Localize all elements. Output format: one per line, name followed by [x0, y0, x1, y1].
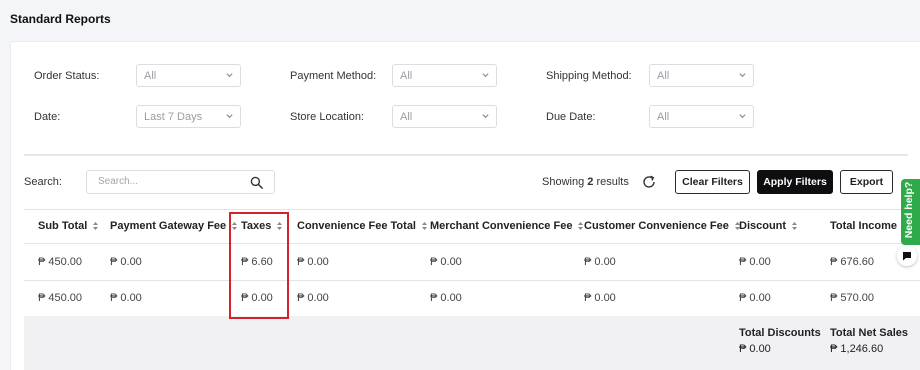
header-border [24, 243, 920, 244]
table-cell: ₱ 0.00 [110, 292, 142, 304]
shipping-method-value: All [657, 70, 670, 82]
order-status-select[interactable]: All [136, 64, 241, 87]
apply-filters-button[interactable]: Apply Filters [757, 170, 833, 194]
search-label: Search: [24, 176, 62, 188]
th-label: Customer Convenience Fee [584, 220, 729, 232]
order-status-value: All [144, 70, 157, 82]
date-label: Date: [34, 111, 61, 123]
payment-method-select[interactable]: All [392, 64, 497, 87]
row-border [24, 280, 920, 281]
th-label: Sub Total [38, 220, 88, 232]
search-box[interactable] [86, 170, 275, 194]
th-merchant-convenience-fee[interactable]: Merchant Convenience Fee [430, 220, 584, 232]
table-cell: ₱ 0.00 [430, 292, 462, 304]
chat-icon [903, 252, 911, 261]
showing-prefix: Showing [542, 176, 585, 188]
due-date-value: All [657, 111, 670, 123]
table-cell: ₱ 0.00 [297, 256, 329, 268]
page-title: Standard Reports [10, 12, 111, 26]
search-icon[interactable] [250, 176, 263, 189]
filters-divider [24, 154, 908, 156]
th-payment-gateway-fee[interactable]: Payment Gateway Fee [110, 220, 238, 232]
taxes-column-highlight [229, 212, 289, 319]
due-date-label: Due Date: [546, 111, 596, 123]
table-cell: ₱ 0.00 [430, 256, 462, 268]
sort-icon [93, 222, 99, 230]
th-label: Payment Gateway Fee [110, 220, 227, 232]
need-help-label: Need help? [903, 181, 915, 239]
store-location-value: All [400, 111, 413, 123]
table-cell: ₱ 0.00 [584, 256, 616, 268]
store-location-label: Store Location: [290, 111, 364, 123]
clear-filters-button[interactable]: Clear Filters [675, 170, 750, 194]
total-net-sales-value: ₱ 1,246.60 [830, 343, 884, 355]
table-cell: ₱ 676.60 [830, 256, 875, 268]
showing-suffix: results [596, 176, 629, 188]
order-status-label: Order Status: [34, 70, 100, 82]
shipping-method-label: Shipping Method: [546, 70, 632, 82]
th-label: Convenience Fee Total [297, 220, 416, 232]
table-cell: ₱ 0.00 [297, 292, 329, 304]
table-cell: ₱ 0.00 [110, 256, 142, 268]
showing-count: 2 [587, 176, 594, 188]
table-footer [24, 316, 920, 370]
payment-method-label: Payment Method: [290, 70, 377, 82]
search-input[interactable] [98, 176, 238, 187]
th-total-income[interactable]: Total Income [830, 220, 897, 232]
table-cell: ₱ 450.00 [38, 292, 83, 304]
total-net-sales-label: Total Net Sales [830, 327, 909, 339]
th-discount[interactable]: Discount [739, 220, 798, 232]
total-discounts-value: ₱ 0.00 [739, 343, 771, 355]
refresh-icon[interactable] [641, 174, 657, 190]
table-cell: ₱ 0.00 [739, 292, 771, 304]
table-top-border [24, 209, 920, 210]
table-cell: ₱ 0.00 [584, 292, 616, 304]
th-label: Merchant Convenience Fee [430, 220, 573, 232]
export-button[interactable]: Export [840, 170, 893, 194]
chevron-down-icon [739, 114, 746, 119]
chevron-down-icon [739, 73, 746, 78]
th-customer-convenience-fee[interactable]: Customer Convenience Fee [584, 220, 741, 232]
sort-icon [792, 222, 798, 230]
payment-method-value: All [400, 70, 413, 82]
chevron-down-icon [482, 114, 489, 119]
table-cell: ₱ 570.00 [830, 292, 875, 304]
th-convenience-fee-total[interactable]: Convenience Fee Total [297, 220, 428, 232]
table-cell: ₱ 450.00 [38, 256, 83, 268]
sort-icon [422, 222, 427, 230]
chevron-down-icon [482, 73, 489, 78]
table-cell: ₱ 0.00 [739, 256, 771, 268]
th-label: Total Income [830, 220, 898, 232]
total-discounts-label: Total Discounts [739, 327, 821, 339]
due-date-select[interactable]: All [649, 105, 754, 128]
chat-button[interactable] [897, 246, 917, 266]
th-label: Discount [739, 220, 787, 232]
shipping-method-select[interactable]: All [649, 64, 754, 87]
th-sub-total[interactable]: Sub Total [38, 220, 99, 232]
results-count: Showing 2 results [542, 176, 629, 188]
store-location-select[interactable]: All [392, 105, 497, 128]
date-value: Last 7 Days [144, 111, 203, 123]
date-select[interactable]: Last 7 Days [136, 105, 241, 128]
chevron-down-icon [226, 114, 233, 119]
chevron-down-icon [226, 73, 233, 78]
need-help-tab[interactable]: Need help? [901, 179, 920, 245]
